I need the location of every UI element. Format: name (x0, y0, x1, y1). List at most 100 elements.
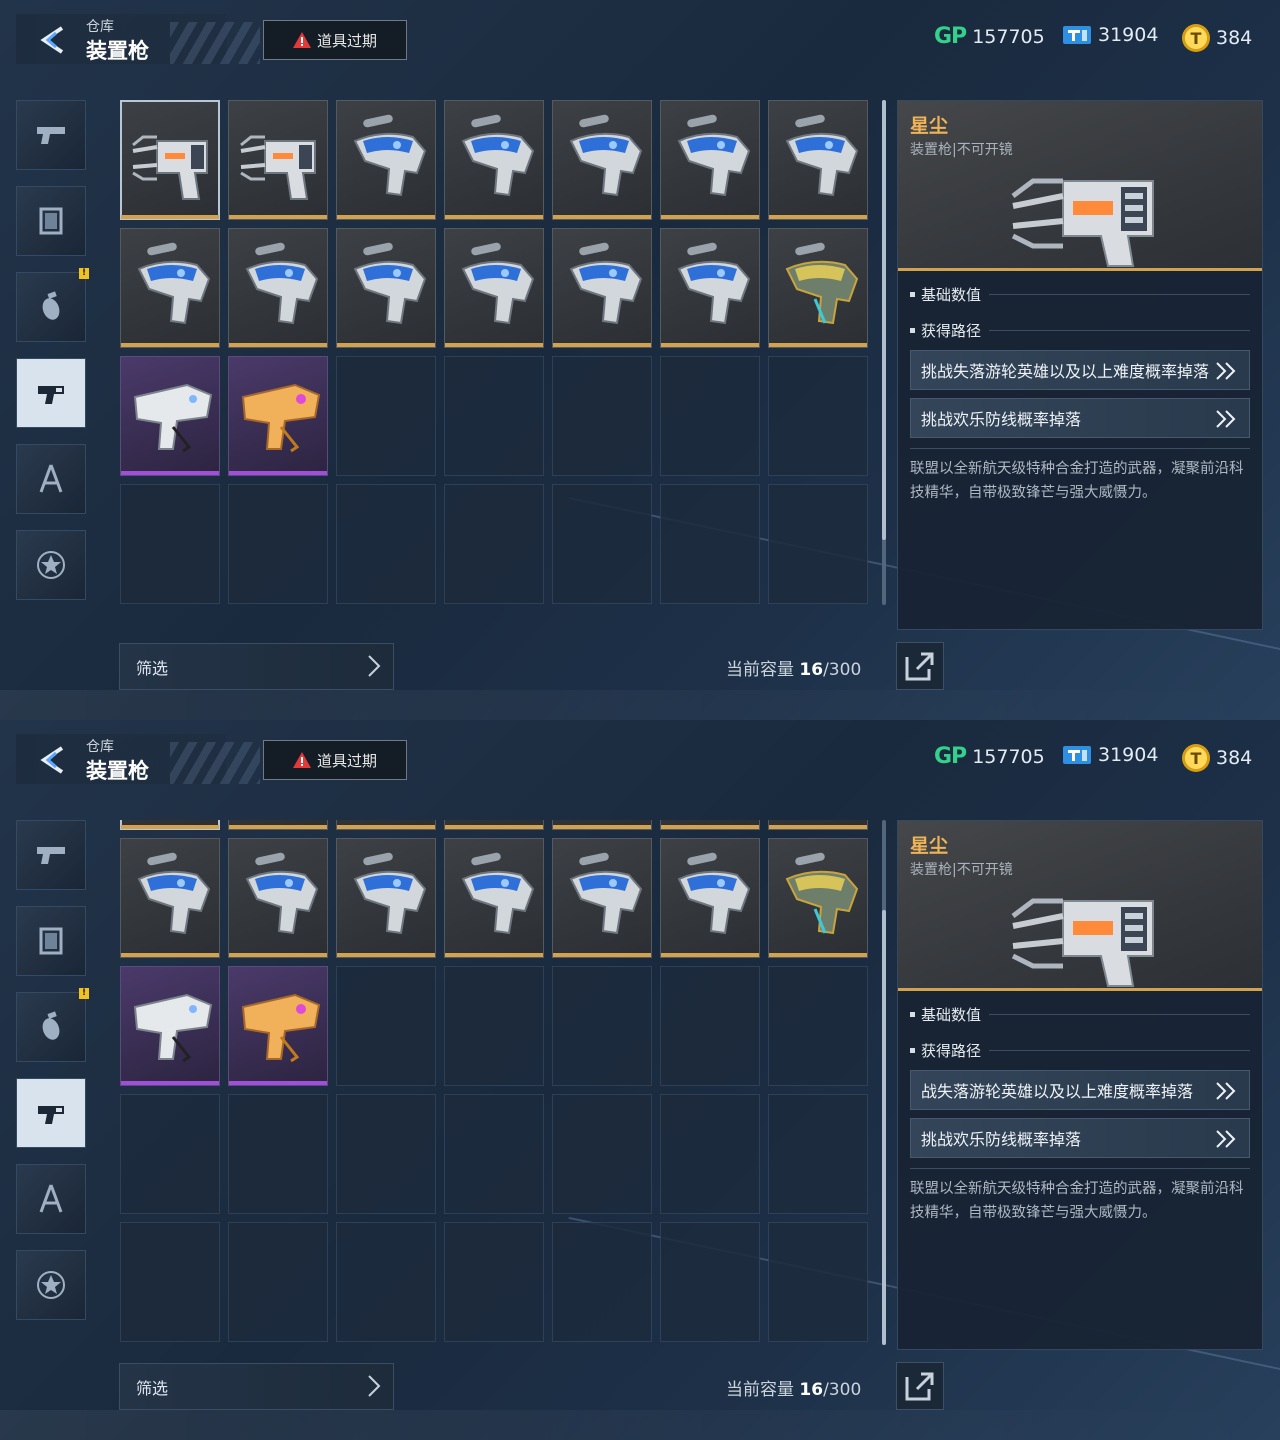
blue-gun-icon (245, 852, 319, 935)
inventory-item-blue-gun[interactable] (660, 838, 760, 958)
expired-items-button[interactable]: 道具过期 (263, 740, 407, 780)
scrollbar[interactable] (882, 100, 886, 605)
inventory-item-blue-gun[interactable] (336, 228, 436, 348)
gp-icon: GP (934, 24, 967, 49)
inventory-item-blue-gun[interactable] (444, 838, 544, 958)
scrollbar-thumb[interactable] (882, 100, 886, 540)
inventory-grid-view[interactable] (120, 100, 870, 605)
blue-gun-icon (353, 852, 427, 935)
inventory-item-orange-pistol[interactable] (228, 356, 328, 476)
inventory-slot-empty (444, 356, 544, 476)
white-pistol-icon (133, 383, 213, 453)
inventory-item-claw-gun[interactable] (228, 100, 328, 220)
scrollbar-thumb[interactable] (882, 910, 886, 1345)
tab-grenade[interactable] (16, 272, 86, 342)
inventory-item-blue-gun[interactable] (444, 228, 544, 348)
inventory-slot-empty (444, 484, 544, 604)
export-icon (905, 1372, 934, 1401)
tab-star-emblem[interactable] (16, 1250, 86, 1320)
tab-star-emblem[interactable] (16, 530, 86, 600)
tab-pistol[interactable] (16, 100, 86, 170)
inventory-item-blue-gun[interactable] (660, 228, 760, 348)
blue-gun-icon (245, 242, 319, 325)
tab-frame[interactable] (16, 906, 86, 976)
grenade-icon (42, 1011, 60, 1040)
section-obtain-routes[interactable]: 获得路径 (910, 320, 1250, 341)
item-name: 星尘 (910, 115, 949, 137)
panel-top: 仓库 装置枪 道具过期 GP 157705 31904 T 384 ! 筛选 当… (0, 0, 1280, 720)
panel-bottom: 仓库 装置枪 道具过期 GP 157705 31904 T 384 ! 筛选 当… (0, 720, 1280, 1440)
export-button[interactable] (896, 642, 944, 690)
inventory-item-blue-gun[interactable] (768, 100, 868, 220)
inventory-item-blue-gun[interactable] (336, 820, 436, 830)
back-arrow-icon[interactable] (36, 24, 68, 56)
inventory-item-blue-gun[interactable] (336, 838, 436, 958)
item-preview: 星尘 装置枪|不可开镜 (898, 821, 1262, 991)
section-basic-stats[interactable]: 基础数值 (910, 284, 1250, 305)
filter-label: 筛选 (136, 658, 169, 678)
star-emblem-icon (37, 1271, 65, 1299)
back-arrow-icon[interactable] (36, 744, 68, 776)
inventory-item-gold-gun[interactable] (768, 228, 868, 348)
filter-button[interactable]: 筛选 (119, 643, 394, 690)
route-lost-cruise-button[interactable]: 战失落游轮英雄以及以上难度概率掉落 (910, 1070, 1250, 1110)
inventory-slot-empty (444, 1094, 544, 1214)
inventory-item-blue-gun[interactable] (228, 838, 328, 958)
inventory-slot-empty (660, 1222, 760, 1342)
filter-button[interactable]: 筛选 (119, 1363, 394, 1410)
tab-compass-tool[interactable] (16, 1164, 86, 1234)
capacity-label: 当前容量 (726, 660, 794, 680)
inventory-item-blue-gun[interactable] (552, 228, 652, 348)
inventory-item-blue-gun[interactable] (228, 228, 328, 348)
claw-gun-icon (240, 135, 316, 200)
inventory-item-claw-gun[interactable] (228, 820, 328, 830)
inventory-slot-empty (660, 966, 760, 1086)
inventory-item-blue-gun[interactable] (444, 100, 544, 220)
chevron-right-icon (368, 655, 381, 677)
inventory-item-blue-gun[interactable] (120, 838, 220, 958)
inventory-item-blue-gun[interactable] (444, 820, 544, 830)
inventory-item-blue-gun[interactable] (120, 228, 220, 348)
scrollbar[interactable] (882, 820, 886, 1345)
inventory-item-blue-gun[interactable] (552, 838, 652, 958)
expired-items-button[interactable]: 道具过期 (263, 20, 407, 60)
inventory-item-claw-gun[interactable] (120, 820, 220, 830)
inventory-item-blue-gun[interactable] (660, 100, 760, 220)
capacity-current: 16 (799, 660, 824, 680)
tab-grenade[interactable] (16, 992, 86, 1062)
inventory-item-claw-gun[interactable] (120, 100, 220, 220)
item-detail-panel: 星尘 装置枪|不可开镜 基础数值 获得路径 挑战失落游轮英雄以及以上难度概率掉落… (897, 100, 1263, 630)
page-title: 装置枪 (86, 39, 149, 63)
inventory-grid (120, 820, 868, 1342)
inventory-item-orange-pistol[interactable] (228, 966, 328, 1086)
blue-gun-icon (677, 242, 751, 325)
inventory-item-blue-gun[interactable] (768, 820, 868, 830)
inventory-item-blue-gun[interactable] (552, 100, 652, 220)
orange-pistol-icon (241, 993, 321, 1063)
route-happy-defense-label: 挑战欢乐防线概率掉落 (921, 1130, 1082, 1149)
inventory-grid-view[interactable] (120, 820, 870, 1345)
tab-device-gun[interactable] (16, 1078, 86, 1148)
section-basic-stats[interactable]: 基础数值 (910, 1004, 1250, 1025)
inventory-slot-empty (120, 1222, 220, 1342)
section-obtain-routes[interactable]: 获得路径 (910, 1040, 1250, 1061)
page-title: 装置枪 (86, 759, 149, 783)
inventory-slot-empty (552, 484, 652, 604)
blue-gun-icon (677, 852, 751, 935)
tab-frame[interactable] (16, 186, 86, 256)
inventory-item-blue-gun[interactable] (336, 100, 436, 220)
inventory-item-white-pistol[interactable] (120, 966, 220, 1086)
inventory-item-blue-gun[interactable] (660, 820, 760, 830)
route-happy-defense-button[interactable]: 挑战欢乐防线概率掉落 (910, 398, 1250, 438)
blue-gun-icon (137, 242, 211, 325)
export-button[interactable] (896, 1362, 944, 1410)
route-lost-cruise-button[interactable]: 挑战失落游轮英雄以及以上难度概率掉落 (910, 350, 1250, 390)
inventory-slot-empty (768, 356, 868, 476)
inventory-item-gold-gun[interactable] (768, 838, 868, 958)
tab-device-gun[interactable] (16, 358, 86, 428)
tab-compass-tool[interactable] (16, 444, 86, 514)
tab-pistol[interactable] (16, 820, 86, 890)
inventory-item-white-pistol[interactable] (120, 356, 220, 476)
route-happy-defense-button[interactable]: 挑战欢乐防线概率掉落 (910, 1118, 1250, 1158)
inventory-item-blue-gun[interactable] (552, 820, 652, 830)
